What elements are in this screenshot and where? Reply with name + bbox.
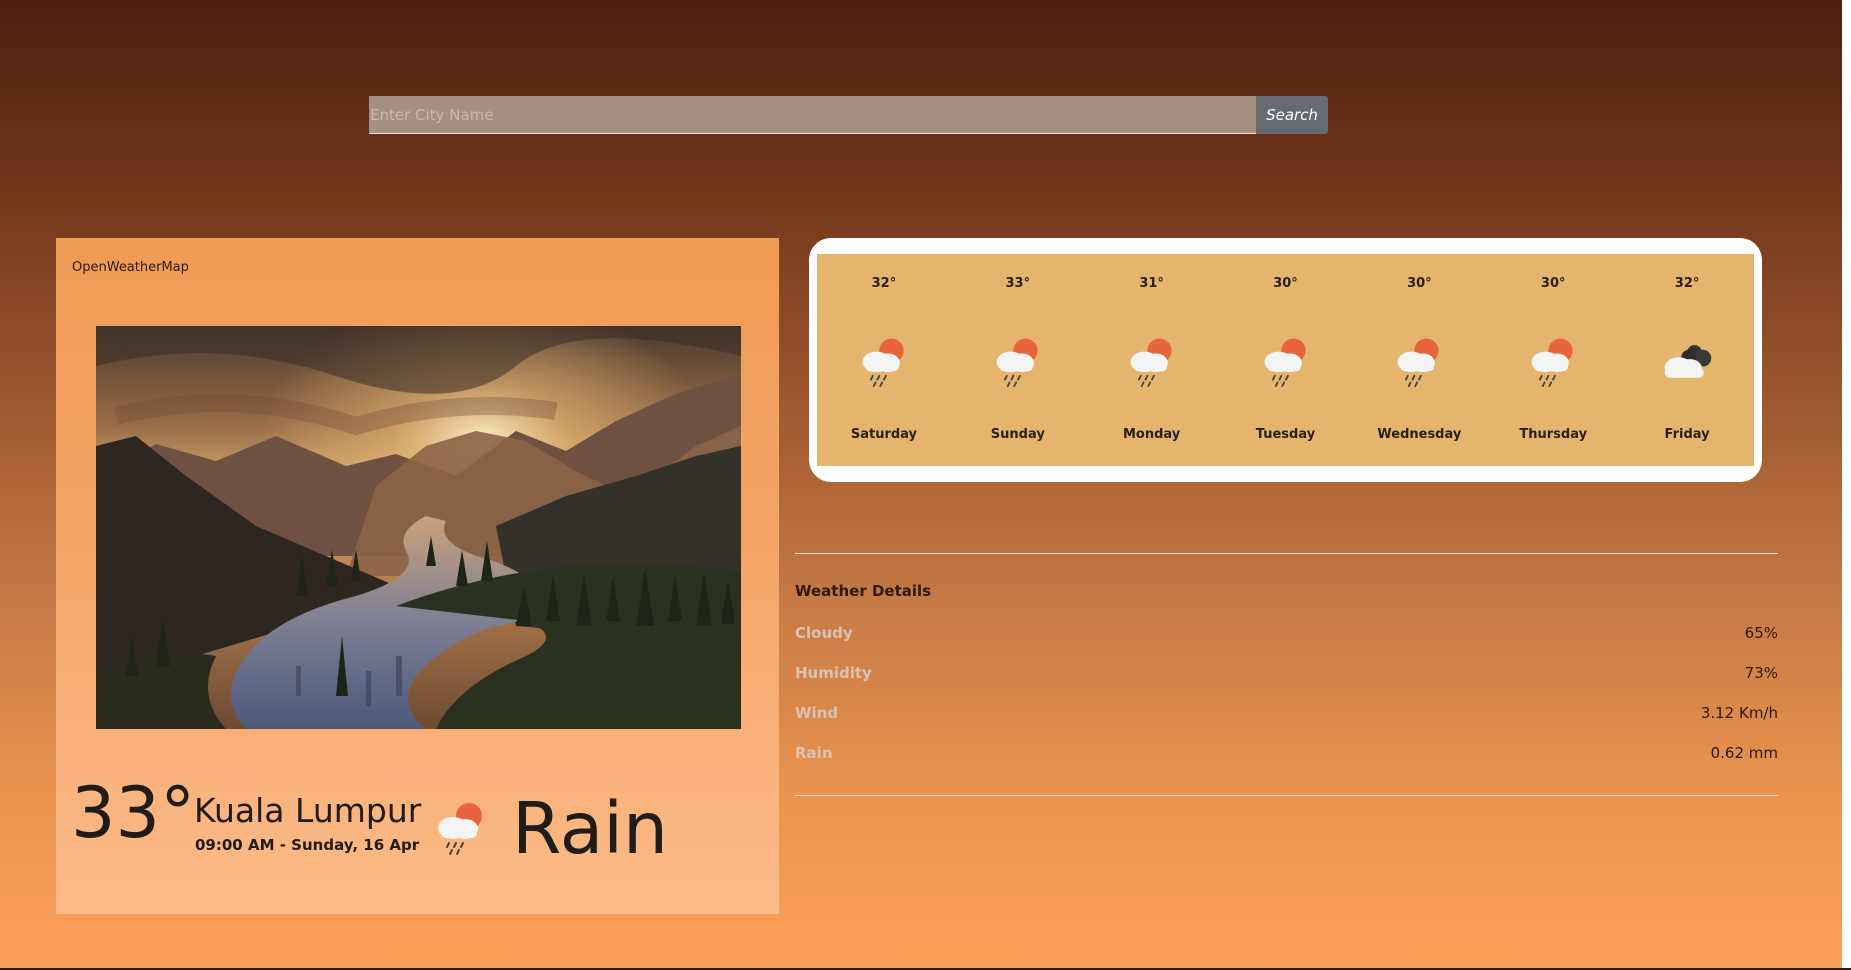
detail-value: 73%: [1744, 664, 1778, 682]
landscape-image: [96, 326, 741, 729]
forecast-day-name: Sunday: [990, 427, 1045, 442]
forecast-day-tuesday: 30° Tuesday: [1219, 254, 1353, 466]
forecast-day-thursday: 30° Thursday: [1486, 254, 1620, 466]
cloud-sun-rain-icon: [996, 338, 1038, 388]
current-datetime: 09:00 AM - Sunday, 16 Apr: [195, 836, 420, 854]
cloudy-icon: [1664, 345, 1712, 378]
forecast-day-name: Saturday: [850, 427, 918, 442]
forecast-day-saturday: 32° Saturday: [817, 254, 951, 466]
cloud-sun-rain-icon: [1264, 338, 1306, 388]
detail-value: 3.12 Km/h: [1700, 704, 1778, 722]
detail-row-cloudy: Cloudy 65%: [795, 624, 1778, 644]
forecast-temp: 33°: [1005, 276, 1031, 291]
forecast-temp: 30°: [1540, 276, 1566, 291]
details-divider-bottom: [795, 795, 1778, 796]
search-bar: Search: [369, 96, 1328, 134]
details-divider-top: [795, 553, 1778, 554]
detail-label: Wind: [795, 704, 839, 722]
forecast-card: 32° Saturday 33° Sunday 31° Monday 30° T…: [809, 238, 1762, 482]
detail-label: Rain: [795, 744, 833, 762]
forecast-day-name: Thursday: [1519, 427, 1588, 442]
forecast-day-sunday: 33° Sunday: [951, 254, 1085, 466]
page-edge-strip: [1842, 0, 1851, 970]
current-temperature: 33°: [71, 772, 196, 854]
cloud-sun-rain-icon: [438, 803, 482, 855]
forecast-day-name: Friday: [1664, 427, 1710, 442]
cloud-sun-rain-icon: [862, 338, 904, 388]
forecast-temp: 30°: [1273, 276, 1298, 291]
forecast-temp: 30°: [1407, 276, 1432, 291]
search-button[interactable]: Search: [1256, 96, 1328, 134]
forecast-temp: 32°: [1674, 276, 1700, 291]
forecast-day-monday: 31° Monday: [1085, 254, 1219, 466]
forecast-day-wednesday: 30° Wednesday: [1352, 254, 1486, 466]
brand-label: OpenWeatherMap: [72, 260, 189, 275]
cloud-sun-rain-icon: [1130, 338, 1172, 388]
forecast-day-name: Tuesday: [1255, 427, 1316, 442]
weather-details-title: Weather Details: [795, 582, 932, 600]
detail-row-rain: Rain 0.62 mm: [795, 744, 1778, 764]
city-name: Kuala Lumpur: [194, 791, 422, 830]
city-search-input[interactable]: [369, 96, 1256, 134]
forecast-temp: 31°: [1139, 276, 1164, 291]
forecast-strip: 32° Saturday 33° Sunday 31° Monday 30° T…: [817, 254, 1754, 466]
detail-label: Humidity: [795, 664, 872, 682]
forecast-day-name: Wednesday: [1377, 427, 1462, 442]
cloud-sun-rain-icon: [1397, 338, 1439, 388]
cloud-sun-rain-icon: [1531, 338, 1573, 388]
forecast-temp: 32°: [871, 276, 897, 291]
current-weather-card: OpenWeatherMap 33° Kuala Lumpur 09:00 AM…: [56, 238, 779, 914]
forecast-day-friday: 32° Friday: [1620, 254, 1754, 466]
current-condition: Rain: [512, 787, 669, 870]
detail-value: 65%: [1744, 624, 1778, 642]
forecast-day-name: Monday: [1123, 427, 1181, 442]
detail-value: 0.62 mm: [1710, 744, 1778, 762]
detail-label: Cloudy: [795, 624, 853, 642]
detail-row-wind: Wind 3.12 Km/h: [795, 704, 1778, 724]
detail-row-humidity: Humidity 73%: [795, 664, 1778, 684]
